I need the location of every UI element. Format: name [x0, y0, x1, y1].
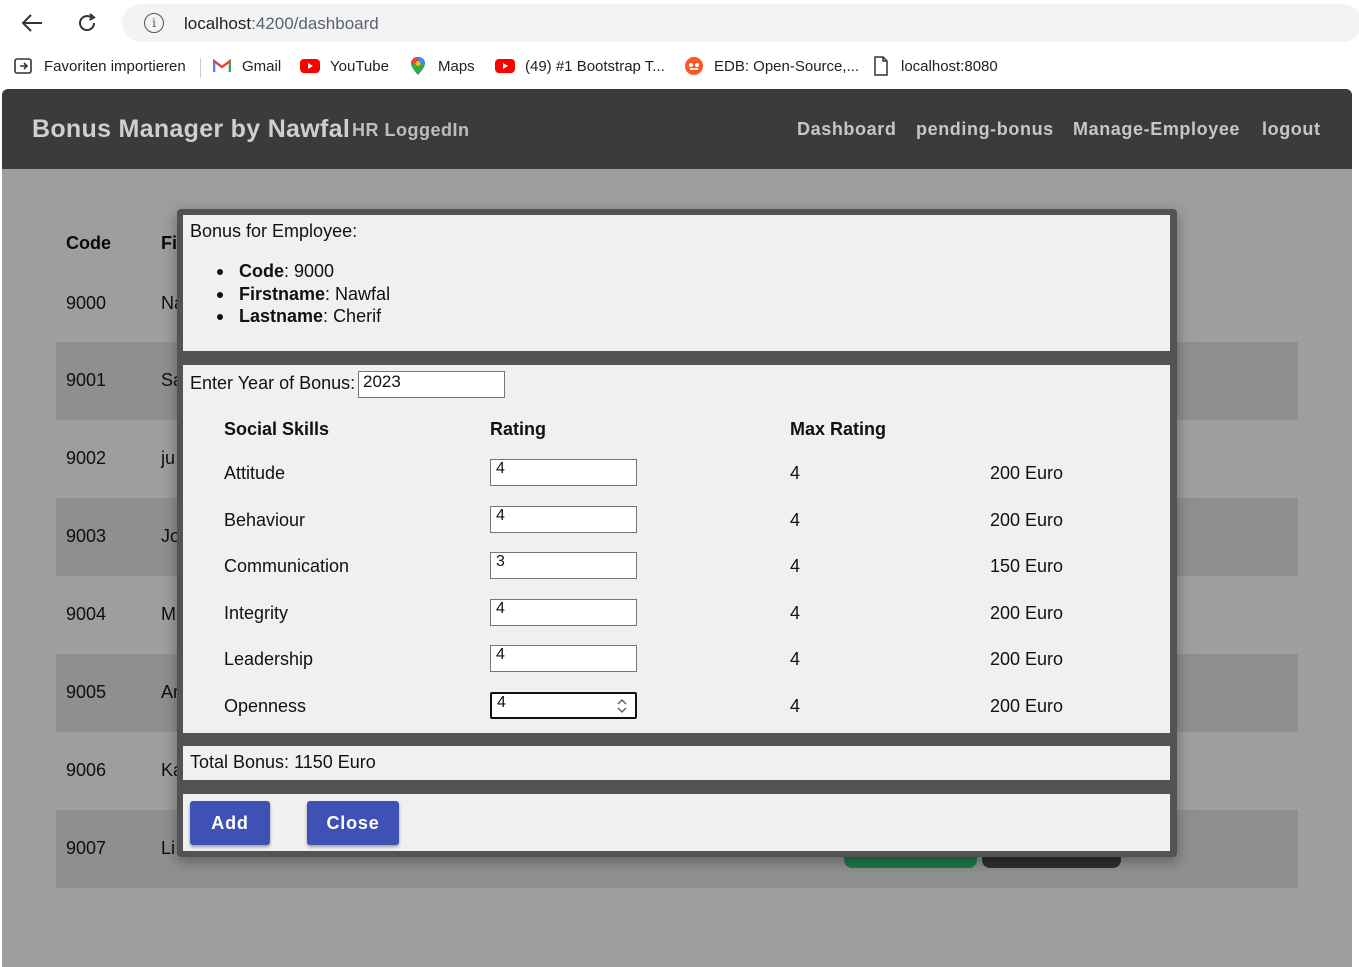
max-rating: 4: [790, 463, 801, 483]
year-label: Enter Year of Bonus:: [190, 373, 356, 393]
skill-label: Communication: [224, 556, 350, 576]
url-text: localhost:4200/dashboard: [184, 14, 379, 33]
brand-title[interactable]: Bonus Manager by Nawfal: [32, 115, 350, 144]
employee-code: Code: 9000: [217, 261, 390, 284]
nav-logout[interactable]: logout: [1262, 119, 1321, 140]
max-rating: 4: [790, 603, 801, 623]
bookmark-import[interactable]: Favoriten importieren: [14, 57, 186, 75]
max-rating: 4: [790, 510, 801, 530]
rating-input-openness[interactable]: 4: [490, 692, 637, 719]
employee-lastname: Lastname: Cherif: [217, 306, 390, 329]
column-header-max-rating: Max Rating: [790, 419, 887, 439]
bonus-modal: Bonus for Employee: Code: 9000 Firstname…: [177, 209, 1177, 857]
rating-value: 4: [497, 694, 506, 711]
skill-label: Openness: [224, 696, 307, 716]
row-code: 9006: [66, 760, 107, 780]
maps-icon: [408, 57, 428, 75]
column-header-firstname: Fi: [161, 233, 177, 253]
nav-dashboard[interactable]: Dashboard: [797, 119, 896, 140]
actions-panel: Add Close: [183, 794, 1170, 851]
employee-info-panel: Bonus for Employee: Code: 9000 Firstname…: [183, 215, 1170, 351]
row-code: 9003: [66, 526, 107, 546]
back-icon[interactable]: [17, 8, 47, 38]
bookmarks-bar: Favoriten importieren Gmail YouTube Maps: [0, 54, 1359, 80]
browser-toolbar: i localhost:4200/dashboard Favoriten imp…: [0, 0, 1359, 88]
employee-details: Code: 9000 Firstname: Nawfal Lastname: C…: [217, 261, 390, 329]
youtube-icon: [300, 57, 320, 75]
employee-firstname: Firstname: Nawfal: [217, 284, 390, 307]
bookmark-separator: [200, 58, 201, 78]
column-header-rating: Rating: [490, 419, 546, 439]
skill-label: Integrity: [224, 603, 289, 623]
bookmark-edb[interactable]: EDB: Open-Source,...: [684, 57, 859, 75]
nav-pending-bonus[interactable]: pending-bonus: [916, 119, 1054, 140]
max-rating: 4: [790, 696, 801, 716]
navbar: Bonus Manager by Nawfal HR LoggedIn Dash…: [2, 89, 1352, 169]
row-code: 9000: [66, 293, 107, 313]
reload-icon[interactable]: [72, 8, 102, 38]
row-firstname: ju: [161, 448, 176, 468]
max-rating: 4: [790, 556, 801, 576]
rating-input-attitude[interactable]: 4: [490, 459, 637, 486]
column-header-code: Code: [66, 233, 111, 253]
skill-bonus: 200 Euro: [990, 649, 1064, 669]
gmail-icon: [212, 57, 232, 75]
year-input[interactable]: 2023: [358, 371, 505, 398]
modal-title: Bonus for Employee:: [190, 221, 358, 241]
import-favorites-icon: [14, 57, 34, 75]
total-bonus: Total Bonus: 1150 Euro: [190, 752, 376, 772]
row-code: 9001: [66, 370, 107, 390]
rating-input-leadership[interactable]: 4: [490, 645, 637, 672]
skill-label: Behaviour: [224, 510, 306, 530]
row-firstname: Li: [161, 838, 176, 858]
row-code: 9005: [66, 682, 107, 702]
row-code: 9002: [66, 448, 107, 468]
skill-bonus: 150 Euro: [990, 556, 1064, 576]
row-code: 9007: [66, 838, 107, 858]
bookmark-youtube[interactable]: YouTube: [300, 57, 389, 75]
nav-manage-employee[interactable]: Manage-Employee: [1073, 119, 1240, 140]
site-info-icon[interactable]: i: [144, 13, 164, 33]
edb-icon: [684, 57, 704, 75]
skill-bonus: 200 Euro: [990, 510, 1064, 530]
youtube-icon: [495, 57, 515, 75]
add-button[interactable]: Add: [190, 801, 270, 845]
rating-input-behaviour[interactable]: 4: [490, 506, 637, 533]
skill-label: Attitude: [224, 463, 286, 483]
max-rating: 4: [790, 649, 801, 669]
row-code: 9004: [66, 604, 107, 624]
skill-bonus: 200 Euro: [990, 463, 1064, 483]
row-firstname: M: [161, 604, 176, 624]
total-panel: Total Bonus: 1150 Euro: [183, 746, 1170, 780]
rating-input-integrity[interactable]: 4: [490, 599, 637, 626]
rating-panel: Enter Year of Bonus: 2023 Social Skills …: [183, 365, 1170, 733]
skill-bonus: 200 Euro: [990, 603, 1064, 623]
skill-bonus: 200 Euro: [990, 696, 1064, 716]
column-header-skills: Social Skills: [224, 419, 330, 439]
close-button[interactable]: Close: [307, 801, 399, 845]
bookmark-gmail[interactable]: Gmail: [212, 57, 281, 75]
skill-label: Leadership: [224, 649, 314, 669]
bookmark-localhost[interactable]: localhost:8080: [871, 56, 998, 76]
address-bar[interactable]: i localhost:4200/dashboard: [122, 4, 1359, 42]
bookmark-maps[interactable]: Maps: [408, 57, 475, 75]
rating-input-communication[interactable]: 3: [490, 552, 637, 579]
number-spinner-icon[interactable]: [617, 698, 627, 714]
page-icon: [871, 56, 891, 76]
bookmark-bootstrap-video[interactable]: (49) #1 Bootstrap T...: [495, 57, 665, 75]
login-status: HR LoggedIn: [352, 120, 470, 140]
